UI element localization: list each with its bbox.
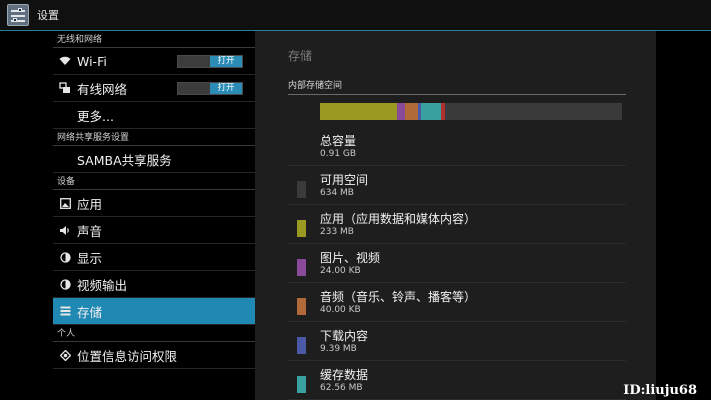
ethernet-toggle[interactable]: 打开 <box>177 82 243 95</box>
sidebar-item-apps[interactable]: 应用 <box>53 190 255 217</box>
storage-row-size: 634 MB <box>320 188 354 198</box>
sidebar-item-label: SAMBA共享服务 <box>77 152 172 168</box>
apps-icon <box>53 197 77 209</box>
internal-storage-header: 内部存储空间 <box>288 78 626 95</box>
storage-row-apps[interactable]: 应用（应用数据和媒体内容） 233 MB <box>288 205 626 244</box>
storage-row-downloads[interactable]: 下载内容 9.39 MB <box>288 322 626 361</box>
sidebar-item-label: 应用 <box>77 196 103 212</box>
storage-color-swatch <box>297 337 306 354</box>
storage-row-size: 24.00 KB <box>320 266 361 276</box>
page-title: 存储 <box>288 49 313 63</box>
storage-color-swatch <box>297 376 306 393</box>
sidebar-item-label: 更多... <box>77 108 114 124</box>
storage-row-size: 62.56 MB <box>320 383 363 393</box>
storage-row-size: 9.39 MB <box>320 344 357 354</box>
storage-usage-bar <box>320 103 622 120</box>
usage-bar-segment <box>405 103 418 120</box>
settings-sidebar: 无线和网络 Wi-Fi 打开 有线网络 打开 更多... 网络共享服务设置 SA… <box>53 31 255 400</box>
section-header-wireless: 无线和网络 <box>53 31 255 48</box>
wifi-icon <box>53 56 77 66</box>
action-bar: 设置 <box>0 0 711 31</box>
brightness-icon <box>53 251 77 263</box>
sidebar-item-location[interactable]: 位置信息访问权限 <box>53 342 255 369</box>
sidebar-item-video-output[interactable]: 视频输出 <box>53 271 255 298</box>
usage-bar-segment <box>397 103 405 120</box>
sidebar-item-label: 显示 <box>77 250 103 266</box>
storage-row-name: 下载内容 <box>320 329 369 343</box>
sidebar-item-label: 存储 <box>77 304 103 320</box>
sidebar-item-more[interactable]: 更多... <box>53 102 255 129</box>
storage-row-size: 0.91 GB <box>320 149 357 159</box>
storage-row-available[interactable]: 可用空间 634 MB <box>288 166 626 205</box>
storage-row-name: 音频（音乐、铃声、播客等） <box>320 290 477 304</box>
storage-row-name: 图片、视频 <box>320 251 381 265</box>
video-output-icon <box>53 278 77 290</box>
storage-color-swatch <box>297 181 306 198</box>
sidebar-item-storage[interactable]: 存储 <box>53 298 255 325</box>
sidebar-item-label: 视频输出 <box>77 277 128 293</box>
storage-row-pictures-videos[interactable]: 图片、视频 24.00 KB <box>288 244 626 283</box>
storage-row-audio[interactable]: 音频（音乐、铃声、播客等） 40.00 KB <box>288 283 626 322</box>
sidebar-item-label: 位置信息访问权限 <box>77 348 178 364</box>
wifi-toggle-on-label: 打开 <box>210 56 242 67</box>
ethernet-toggle-on-label: 打开 <box>210 83 242 94</box>
storage-row-cache[interactable]: 缓存数据 62.56 MB <box>288 361 626 400</box>
sidebar-item-label: 声音 <box>77 223 103 239</box>
storage-row-name: 可用空间 <box>320 173 369 187</box>
storage-row-name: 缓存数据 <box>320 368 369 382</box>
usage-bar-segment <box>421 103 441 120</box>
watermark: ID:liuju68 <box>623 383 697 398</box>
sidebar-item-samba[interactable]: SAMBA共享服务 <box>53 146 255 173</box>
storage-color-swatch <box>297 298 306 315</box>
storage-color-swatch <box>297 259 306 276</box>
app-title: 设置 <box>37 9 59 22</box>
usage-bar-segment <box>441 103 445 120</box>
storage-icon <box>53 306 77 316</box>
ethernet-icon <box>53 82 77 94</box>
storage-row-total[interactable]: 总容量 0.91 GB <box>288 127 626 166</box>
section-header-device: 设备 <box>53 173 255 190</box>
sidebar-item-display[interactable]: 显示 <box>53 244 255 271</box>
wifi-toggle[interactable]: 打开 <box>177 55 243 68</box>
location-icon <box>53 349 77 361</box>
storage-row-size: 40.00 KB <box>320 305 361 315</box>
storage-row-size: 233 MB <box>320 227 354 237</box>
storage-panel: 存储 内部存储空间 总容量 0.91 GB 可用空间 634 MB 应用（应用数… <box>255 31 656 400</box>
speaker-icon <box>53 225 77 236</box>
storage-row-name: 总容量 <box>320 134 357 148</box>
section-header-personal: 个人 <box>53 325 255 342</box>
sidebar-item-sound[interactable]: 声音 <box>53 217 255 244</box>
storage-row-name: 应用（应用数据和媒体内容） <box>320 212 477 226</box>
sidebar-item-ethernet[interactable]: 有线网络 打开 <box>53 75 255 102</box>
usage-bar-segment <box>320 103 397 120</box>
storage-color-swatch <box>297 220 306 237</box>
section-header-network-sharing: 网络共享服务设置 <box>53 129 255 146</box>
sidebar-item-wifi[interactable]: Wi-Fi 打开 <box>53 48 255 75</box>
settings-app-icon[interactable] <box>7 4 29 26</box>
